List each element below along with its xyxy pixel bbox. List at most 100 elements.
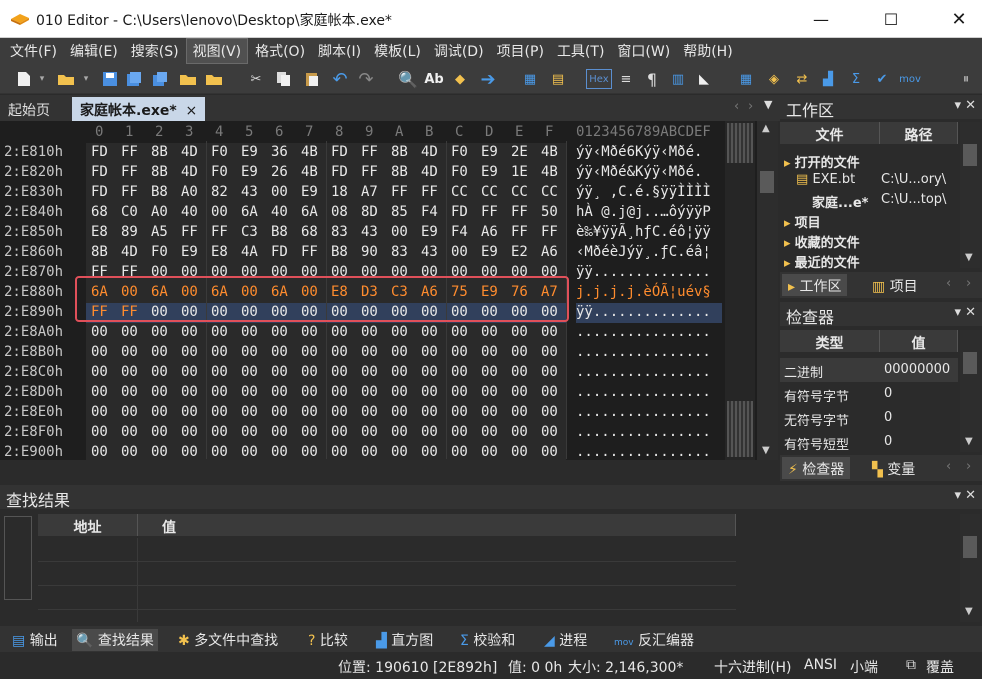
hex-byte[interactable]: FD <box>331 164 357 180</box>
hex-byte[interactable]: 00 <box>91 424 117 440</box>
hex-byte[interactable]: A6 <box>481 224 507 240</box>
hex-byte[interactable]: 00 <box>151 364 177 380</box>
ascii-text[interactable]: ýÿ¸ ‚C.é.§ÿÿÌÌÌÌ <box>576 184 711 200</box>
hex-byte[interactable]: 00 <box>211 324 237 340</box>
find-scrollbar[interactable]: ▼ <box>960 514 980 622</box>
hex-byte[interactable]: 00 <box>391 424 417 440</box>
hex-byte[interactable]: 00 <box>241 344 267 360</box>
hex-byte[interactable]: 00 <box>271 324 297 340</box>
template-icon[interactable]: ▦ <box>520 69 540 89</box>
ascii-text[interactable]: ................ <box>576 344 711 360</box>
hex-byte[interactable]: 00 <box>421 404 447 420</box>
hex-byte[interactable]: E9 <box>481 244 507 260</box>
hex-byte[interactable]: 00 <box>361 324 387 340</box>
inspector-row[interactable]: 有符号短型 0 <box>780 430 958 454</box>
hex-byte[interactable]: 00 <box>541 424 567 440</box>
hex-byte[interactable]: E9 <box>241 144 267 160</box>
paragraph-icon[interactable]: ¶ <box>642 69 662 89</box>
hex-byte[interactable]: 4A <box>241 244 267 260</box>
hex-byte[interactable]: 83 <box>331 224 357 240</box>
hex-byte[interactable]: 36 <box>271 144 297 160</box>
hex-byte[interactable]: 00 <box>121 444 147 460</box>
hex-byte[interactable]: F0 <box>151 244 177 260</box>
inspector-row[interactable]: 无符号字节 0 <box>780 406 958 430</box>
hex-byte[interactable]: F4 <box>451 224 477 240</box>
hex-byte[interactable]: B8 <box>331 244 357 260</box>
text-mode-icon[interactable]: ≡ <box>616 69 636 89</box>
inspector-col-value[interactable]: 值 <box>880 330 958 352</box>
hex-byte[interactable]: FF <box>211 224 237 240</box>
inspector-scrollbar[interactable]: ▼ <box>960 330 980 452</box>
hex-byte[interactable]: 4B <box>541 164 567 180</box>
maximize-button[interactable]: ☐ <box>868 0 914 38</box>
hex-byte[interactable]: A5 <box>151 224 177 240</box>
find-in-files-icon[interactable]: ◆ <box>450 69 470 89</box>
hex-byte[interactable]: 00 <box>451 404 477 420</box>
hex-byte[interactable]: 4B <box>541 144 567 160</box>
tab-file[interactable]: 家庭帐本.exe* × <box>72 97 206 121</box>
status-overwrite[interactable]: 覆盖 <box>926 657 954 677</box>
hex-byte[interactable]: 8B <box>391 144 417 160</box>
hex-byte[interactable]: FD <box>91 144 117 160</box>
hex-byte[interactable]: C3 <box>241 224 267 240</box>
hex-byte[interactable]: 00 <box>361 424 387 440</box>
tab-compare[interactable]: ? 比较 <box>304 629 352 651</box>
menu-script[interactable]: 脚本(I) <box>312 39 367 63</box>
hex-byte[interactable]: 00 <box>331 404 357 420</box>
hex-byte[interactable]: 00 <box>481 424 507 440</box>
hex-byte[interactable]: 00 <box>421 384 447 400</box>
workspace-close-icon[interactable]: ▾ ✕ <box>954 98 976 113</box>
hex-byte[interactable]: 00 <box>451 324 477 340</box>
hex-byte[interactable]: C0 <box>121 204 147 220</box>
menu-project[interactable]: 项目(P) <box>491 39 550 63</box>
tab-find-results[interactable]: 🔍 查找结果 <box>72 629 158 651</box>
hex-byte[interactable]: FF <box>121 184 147 200</box>
hex-byte[interactable]: F4 <box>421 204 447 220</box>
hex-byte[interactable]: 00 <box>151 344 177 360</box>
hex-byte[interactable]: 00 <box>271 444 297 460</box>
ascii-text[interactable]: ÿÿ.............. <box>576 304 711 320</box>
hex-byte[interactable]: 00 <box>541 344 567 360</box>
hex-byte[interactable]: 00 <box>211 204 237 220</box>
tab-start-page[interactable]: 起始页 <box>0 97 58 121</box>
calculator-icon[interactable]: ▦ <box>736 69 756 89</box>
hex-byte[interactable]: 00 <box>511 324 537 340</box>
goto-icon[interactable]: ➔ <box>478 69 498 90</box>
menu-edit[interactable]: 编辑(E) <box>64 39 124 63</box>
hex-byte[interactable]: 00 <box>511 384 537 400</box>
hex-byte[interactable]: 40 <box>271 204 297 220</box>
hex-byte[interactable]: 00 <box>241 444 267 460</box>
hex-byte[interactable]: E9 <box>481 164 507 180</box>
hex-byte[interactable]: 43 <box>241 184 267 200</box>
hex-byte[interactable]: 00 <box>421 444 447 460</box>
cut-icon[interactable]: ✂ <box>246 69 266 89</box>
hex-editor[interactable]: 0 1 2 3 4 5 6 7 8 9 A B C D E F 0123456789ABCDEF 2:E810h F… <box>0 121 778 460</box>
compare-icon[interactable]: ⇄ <box>792 69 812 89</box>
hex-byte[interactable]: 00 <box>421 324 447 340</box>
menu-template[interactable]: 模板(L) <box>368 39 427 63</box>
hex-byte[interactable]: 00 <box>91 384 117 400</box>
find-col-address[interactable]: 地址 <box>38 514 138 536</box>
status-endian[interactable]: 小端 <box>850 657 878 677</box>
hex-byte[interactable]: 4D <box>421 144 447 160</box>
paste-icon[interactable] <box>302 69 322 89</box>
hex-byte[interactable]: 00 <box>361 404 387 420</box>
hex-byte[interactable]: 00 <box>151 444 177 460</box>
hex-byte[interactable]: B8 <box>271 224 297 240</box>
ascii-text[interactable]: j.j.j.j.èÓÃ¦uév§ <box>576 284 711 300</box>
checksum-icon[interactable]: Σ <box>846 69 866 89</box>
hex-byte[interactable]: 00 <box>481 444 507 460</box>
hex-byte[interactable]: 00 <box>361 344 387 360</box>
hex-byte[interactable]: 82 <box>211 184 237 200</box>
hex-byte[interactable]: 00 <box>211 424 237 440</box>
hex-byte[interactable]: A0 <box>151 204 177 220</box>
hex-byte[interactable]: 2E <box>511 144 537 160</box>
subtab-right-icon[interactable]: › <box>966 459 971 474</box>
subtab-left-icon[interactable]: ‹ <box>946 276 951 291</box>
hex-byte[interactable]: E9 <box>241 164 267 180</box>
hex-byte[interactable]: 4B <box>301 164 327 180</box>
hex-byte[interactable]: FF <box>121 164 147 180</box>
menu-format[interactable]: 格式(O) <box>249 39 311 63</box>
hex-byte[interactable]: FF <box>511 204 537 220</box>
hex-byte[interactable]: 1E <box>511 164 537 180</box>
